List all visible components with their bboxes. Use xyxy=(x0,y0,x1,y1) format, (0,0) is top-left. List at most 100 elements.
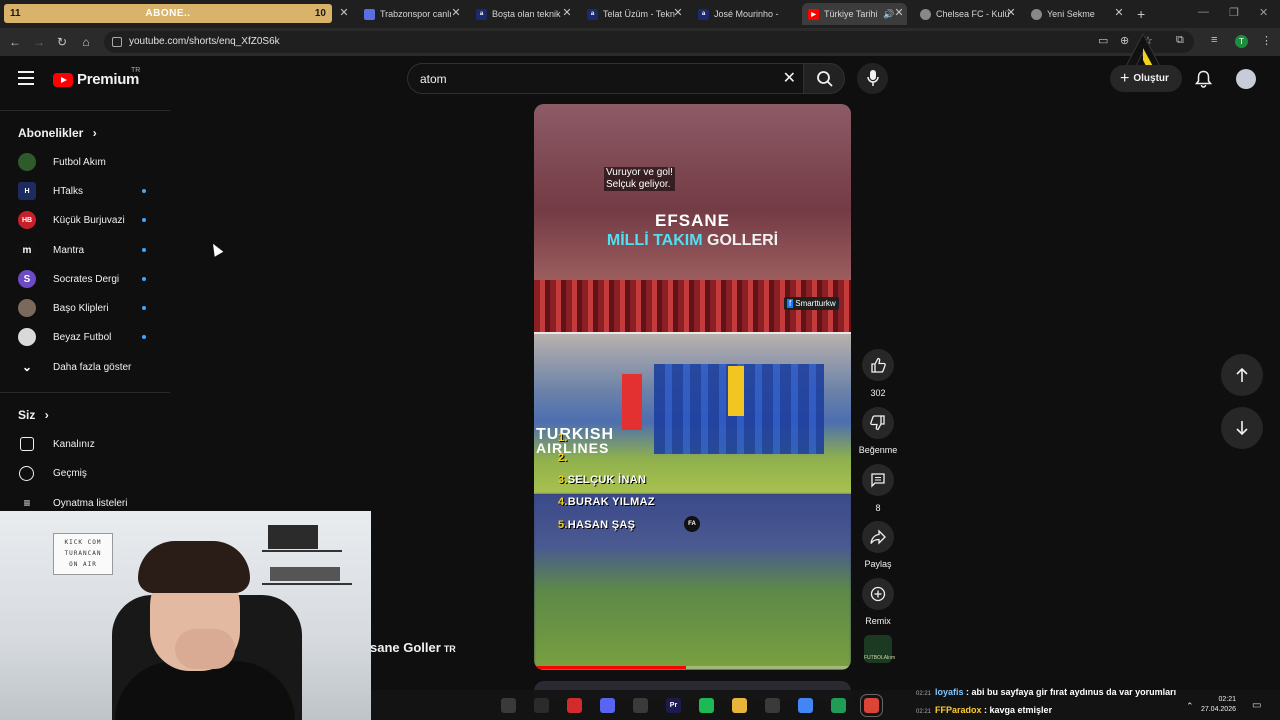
forward-icon[interactable]: → xyxy=(32,35,46,49)
video-progress-fill xyxy=(534,666,687,669)
app-icon-3[interactable] xyxy=(765,698,780,713)
maximize-icon[interactable]: ❐ xyxy=(1229,6,1239,19)
share-button[interactable] xyxy=(862,521,894,553)
ajans-icon: a xyxy=(698,8,709,20)
sidebar-item-mantra[interactable]: m Mantra xyxy=(0,237,170,263)
reload-icon[interactable]: ↻ xyxy=(55,35,69,49)
channel-label: HTalks xyxy=(53,185,84,197)
mouse-cursor xyxy=(208,241,224,257)
notifications-bell-icon[interactable] xyxy=(1195,70,1212,88)
app-icon-1[interactable] xyxy=(501,698,516,713)
video-progress-bar[interactable] xyxy=(534,666,851,669)
previous-short-button[interactable] xyxy=(1221,354,1263,396)
goal-list-item: 2. xyxy=(558,452,568,464)
beyaz-futbol-avatar xyxy=(18,328,36,346)
tab-close-icon[interactable]: ✕ xyxy=(1004,6,1018,20)
clock-date: 27.04.2026 xyxy=(1200,706,1236,713)
sidebar-item-your-channel[interactable]: Kanalınız xyxy=(0,431,170,457)
home-icon[interactable]: ⌂ xyxy=(79,35,93,49)
folder-icon[interactable] xyxy=(732,698,747,713)
tab-close-icon[interactable]: ✕ xyxy=(449,6,463,20)
browser-profile-avatar[interactable]: T xyxy=(1235,35,1248,48)
site-info-icon[interactable] xyxy=(112,37,122,47)
extensions-icon[interactable]: ⧉ xyxy=(1176,34,1184,47)
tab-close-icon[interactable]: ✕ xyxy=(1112,6,1126,20)
like-button[interactable] xyxy=(862,349,894,381)
video-intro-scene xyxy=(534,104,851,280)
obs-icon[interactable] xyxy=(534,698,549,713)
next-short-button[interactable] xyxy=(1221,407,1263,449)
system-clock[interactable]: 02:21 27.04.2026 xyxy=(1200,695,1236,715)
tab-title: Telat Üzüm - Tekn xyxy=(603,9,675,19)
show-more-button[interactable]: ⌄ Daha fazla göster xyxy=(0,354,170,380)
plus-icon: + xyxy=(1120,69,1130,87)
browser-menu-icon[interactable]: ⋮ xyxy=(1261,34,1272,47)
close-window-icon[interactable]: ✕ xyxy=(1259,6,1268,19)
chrome-icon[interactable] xyxy=(798,698,813,713)
dislike-button[interactable] xyxy=(862,407,894,439)
browser-toolbar: ← → ↻ ⌂ youtube.com/shorts/enq_XfZ0S6k ▭… xyxy=(0,28,1280,56)
cast-icon[interactable]: ▭ xyxy=(1098,34,1108,47)
comment-icon xyxy=(871,473,885,488)
sidebar-item-baso-klipleri[interactable]: Başo Klipleri xyxy=(0,295,170,321)
sidebar-item-beyaz-futbol[interactable]: Beyaz Futbol xyxy=(0,324,170,350)
tab-close-icon[interactable]: ✕ xyxy=(560,6,574,20)
app-icon-2[interactable] xyxy=(633,698,648,713)
shorts-video-player[interactable]: Vuruyor ve gol! Selçuk geliyor. EFSANE M… xyxy=(534,104,851,670)
mantra-avatar: m xyxy=(18,241,36,259)
search-button[interactable] xyxy=(803,63,845,94)
tab-title: Türkiye Tarihi xyxy=(824,9,878,19)
tab-close-icon[interactable]: ✕ xyxy=(337,6,351,20)
channel-thumbnail[interactable]: FUTBOLAkım xyxy=(864,635,895,663)
media-control-icon[interactable]: ≡ xyxy=(1211,34,1217,46)
subscriptions-heading[interactable]: Abonelikler › xyxy=(18,126,97,140)
chrome-active-icon[interactable] xyxy=(860,694,883,717)
notification-center-icon[interactable]: ▭ xyxy=(1252,700,1261,711)
search-input[interactable]: atom ✕ xyxy=(407,63,804,94)
create-button[interactable]: + Oluştur xyxy=(1110,65,1182,92)
sidebar-item-kucuk-burjuvazi[interactable]: HB Küçük Burjuvazi xyxy=(0,207,170,233)
spotify-icon[interactable] xyxy=(699,698,714,713)
clear-search-icon[interactable]: ✕ xyxy=(783,68,796,88)
tab-close-icon[interactable]: ✕ xyxy=(892,6,906,20)
chat-username: loyafis xyxy=(935,687,964,697)
ajans-icon: a xyxy=(587,8,598,20)
channel-label: Başo Klipleri xyxy=(53,302,109,314)
sidebar-divider xyxy=(0,392,170,393)
tab-title: Chelsea FC - Kulü xyxy=(936,9,1010,19)
streamer-hand xyxy=(175,629,235,669)
chat-text: : abi bu sayfaya gir fırat aydınus da va… xyxy=(963,687,1177,697)
channel-label: Küçük Burjuvazi xyxy=(53,214,125,226)
htalks-avatar: H xyxy=(18,182,36,200)
tab-close-icon[interactable]: ✕ xyxy=(671,6,685,20)
voice-search-button[interactable] xyxy=(857,63,888,94)
shelf xyxy=(262,583,352,585)
tab-title: José Mourinho - xyxy=(714,9,779,19)
minimize-icon[interactable]: — xyxy=(1198,6,1209,18)
goal-list-item: 1. xyxy=(558,432,568,444)
discord-icon[interactable] xyxy=(600,698,615,713)
hamburger-menu-icon[interactable] xyxy=(18,71,34,85)
app-icon-green[interactable] xyxy=(831,698,846,713)
you-heading[interactable]: Siz › xyxy=(18,408,49,422)
tab-jose-mourinho[interactable]: a José Mourinho - xyxy=(692,3,800,25)
app-icon-red[interactable] xyxy=(567,698,582,713)
new-tab-button[interactable]: + xyxy=(1137,6,1145,22)
stream-goal-progress-tab[interactable]: 11 ABONE.. 10 xyxy=(4,4,332,23)
sidebar-item-htalks[interactable]: H HTalks xyxy=(0,178,170,204)
address-bar[interactable]: youtube.com/shorts/enq_XfZ0S6k xyxy=(104,31,1194,53)
sidebar-item-history[interactable]: Geçmiş xyxy=(0,460,170,486)
remix-button[interactable] xyxy=(862,578,894,610)
premiere-icon[interactable]: Pr xyxy=(666,698,681,713)
comments-button[interactable] xyxy=(862,464,894,496)
account-avatar[interactable] xyxy=(1236,69,1256,89)
sidebar-item-socrates-dergi[interactable]: S Socrates Dergi xyxy=(0,266,170,292)
sidebar-item-futbol-akim[interactable]: Futbol Akım xyxy=(0,149,170,175)
youtube-premium-logo[interactable]: Premium TR xyxy=(53,67,140,88)
globe-icon xyxy=(920,8,931,20)
tray-chevron-up-icon[interactable]: ⌃ xyxy=(1186,701,1194,712)
back-icon[interactable]: ← xyxy=(8,35,22,49)
tab-title: Yeni Sekme xyxy=(1047,9,1095,19)
video-title-line2: MİLLİ TAKIM GOLLERİ xyxy=(534,232,851,250)
video-title-line1: EFSANE xyxy=(655,211,730,230)
